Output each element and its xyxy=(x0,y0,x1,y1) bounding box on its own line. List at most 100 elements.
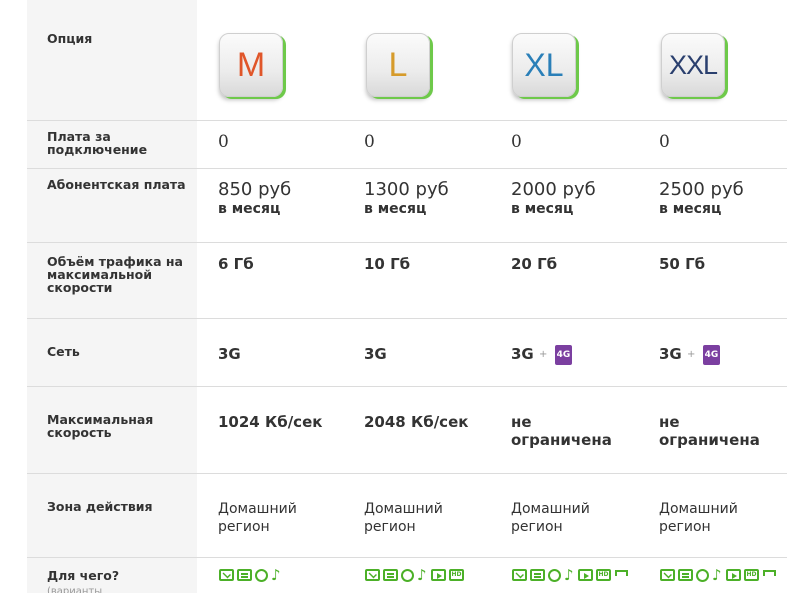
plan-xl-zone-line1: Домашний xyxy=(511,501,590,517)
plan-xxl-speed: не ограничена xyxy=(659,413,760,449)
hd-icon[interactable]: HD xyxy=(744,569,759,581)
row-usage: Для чего? (варианты использования) HD HD xyxy=(27,557,787,593)
plan-l-usage-icons: HD xyxy=(365,569,495,582)
music-icon[interactable] xyxy=(417,569,428,581)
plan-m-zone-line1: Домашний xyxy=(218,501,297,517)
plan-xl-monthly-fee: 2000 руб в месяц xyxy=(511,179,596,217)
row-network: Сеть 3G 3G 3G + 4G 3G + 4G xyxy=(27,318,787,386)
usage-subtitle: (варианты использования) xyxy=(47,586,103,593)
globe-icon[interactable] xyxy=(548,569,561,582)
video-icon[interactable] xyxy=(431,569,446,581)
plan-m-fee-period: в месяц xyxy=(218,201,281,217)
globe-icon[interactable] xyxy=(696,569,709,582)
plan-l-speed: 2048 Кб/сек xyxy=(364,413,469,431)
plan-xxl-network-3g: 3G xyxy=(659,345,682,363)
tariff-comparison-table: Опция M L XL XXL Плата за подключение 0 … xyxy=(27,0,787,593)
row-label-option: Опция xyxy=(47,31,93,46)
plan-xl-tile[interactable]: XL xyxy=(512,33,576,97)
plan-xxl-network-plus: + xyxy=(686,349,696,360)
plan-xxl-zone: Домашний регион xyxy=(659,500,738,536)
plan-xl-zone: Домашний регион xyxy=(511,500,590,536)
plan-m-speed: 1024 Кб/сек xyxy=(218,413,323,431)
news-icon[interactable] xyxy=(678,569,693,581)
plan-xxl-zone-line1: Домашний xyxy=(659,501,738,517)
plan-m-usage-icons xyxy=(219,569,349,582)
chair-icon[interactable] xyxy=(614,569,628,579)
plan-xxl-fee-period: в месяц xyxy=(659,201,722,217)
globe-icon[interactable] xyxy=(401,569,414,582)
row-option: Опция M L XL XXL xyxy=(27,0,787,120)
hd-icon[interactable]: HD xyxy=(449,569,464,581)
mail-icon[interactable] xyxy=(365,569,380,581)
plan-xl-network-3g: 3G xyxy=(511,345,534,363)
plan-xxl-connection-fee: 0 xyxy=(659,132,670,152)
plan-xxl-monthly-fee: 2500 руб в месяц xyxy=(659,179,744,217)
plan-xl-4g-badge: 4G xyxy=(554,345,573,365)
news-icon[interactable] xyxy=(383,569,398,581)
plan-xl-usage-icons: HD xyxy=(512,569,642,582)
plan-l-zone-line2: регион xyxy=(364,519,416,535)
plan-m-zone-line2: регион xyxy=(218,519,270,535)
row-label-max-speed: Максимальная скорость xyxy=(47,412,154,440)
plan-l-monthly-fee: 1300 руб в месяц xyxy=(364,179,449,217)
mail-icon[interactable] xyxy=(512,569,527,581)
news-icon[interactable] xyxy=(530,569,545,581)
plan-l-traffic: 10 Гб xyxy=(364,255,411,273)
plan-xl-connection-fee: 0 xyxy=(511,132,522,152)
plan-xxl-fee-amount: 2500 руб xyxy=(659,179,744,200)
row-zone: Зона действия Домашний регион Домашний р… xyxy=(27,473,787,557)
plan-m-network: 3G xyxy=(218,345,241,363)
plan-m-fee-amount: 850 руб xyxy=(218,179,292,200)
hd-icon[interactable]: HD xyxy=(596,569,611,581)
plan-m-tile[interactable]: M xyxy=(219,33,283,97)
plan-l-zone: Домашний регион xyxy=(364,500,443,536)
plan-xl-network-plus: + xyxy=(538,349,548,360)
chair-icon[interactable] xyxy=(762,569,776,579)
row-label-network: Сеть xyxy=(47,344,80,359)
plan-xl-zone-line2: регион xyxy=(511,519,563,535)
plan-xxl-tile[interactable]: XXL xyxy=(661,33,725,97)
plan-l-fee-amount: 1300 руб xyxy=(364,179,449,200)
row-label-usage: Для чего? (варианты использования) xyxy=(47,569,187,593)
row-monthly-fee: Абонентская плата 850 руб в месяц 1300 р… xyxy=(27,168,787,242)
plan-l-connection-fee: 0 xyxy=(364,132,375,152)
row-connection-fee: Плата за подключение 0 0 0 0 xyxy=(27,120,787,168)
mail-icon[interactable] xyxy=(660,569,675,581)
video-icon[interactable] xyxy=(578,569,593,581)
plan-xl-speed-line1: не xyxy=(511,413,532,431)
plan-m-zone: Домашний регион xyxy=(218,500,297,536)
plan-xxl-speed-line2: ограничена xyxy=(659,431,760,449)
mail-icon[interactable] xyxy=(219,569,234,581)
plan-l-zone-line1: Домашний xyxy=(364,501,443,517)
row-label-traffic: Объём трафика на максимальной скорости xyxy=(47,254,183,295)
row-traffic: Объём трафика на максимальной скорости 6… xyxy=(27,242,787,318)
music-icon[interactable] xyxy=(712,569,723,581)
usage-title: Для чего? xyxy=(47,568,120,583)
plan-xxl-zone-line2: регион xyxy=(659,519,711,535)
row-label-connection-fee: Плата за подключение xyxy=(47,129,148,157)
news-icon[interactable] xyxy=(237,569,252,581)
plan-m-monthly-fee: 850 руб в месяц xyxy=(218,179,291,217)
row-label-zone: Зона действия xyxy=(47,499,153,514)
plan-xxl-traffic: 50 Гб xyxy=(659,255,706,273)
plan-xxl-network: 3G + 4G xyxy=(659,345,721,365)
music-icon[interactable] xyxy=(564,569,575,581)
music-icon[interactable] xyxy=(271,569,282,581)
plan-l-fee-period: в месяц xyxy=(364,201,427,217)
row-label-monthly-fee: Абонентская плата xyxy=(47,177,186,192)
plan-xl-fee-amount: 2000 руб xyxy=(511,179,596,200)
plan-xl-network: 3G + 4G xyxy=(511,345,573,365)
plan-xxl-usage-icons: HD xyxy=(660,569,790,582)
plan-xxl-4g-badge: 4G xyxy=(702,345,721,365)
video-icon[interactable] xyxy=(726,569,741,581)
plan-xl-traffic: 20 Гб xyxy=(511,255,558,273)
plan-m-traffic: 6 Гб xyxy=(218,255,254,273)
plan-xl-speed: не ограничена xyxy=(511,413,612,449)
plan-xl-speed-line2: ограничена xyxy=(511,431,612,449)
plan-xxl-speed-line1: не xyxy=(659,413,680,431)
plan-xl-fee-period: в месяц xyxy=(511,201,574,217)
plan-m-connection-fee: 0 xyxy=(218,132,229,152)
plan-l-tile[interactable]: L xyxy=(366,33,430,97)
row-max-speed: Максимальная скорость 1024 Кб/сек 2048 К… xyxy=(27,386,787,473)
globe-icon[interactable] xyxy=(255,569,268,582)
